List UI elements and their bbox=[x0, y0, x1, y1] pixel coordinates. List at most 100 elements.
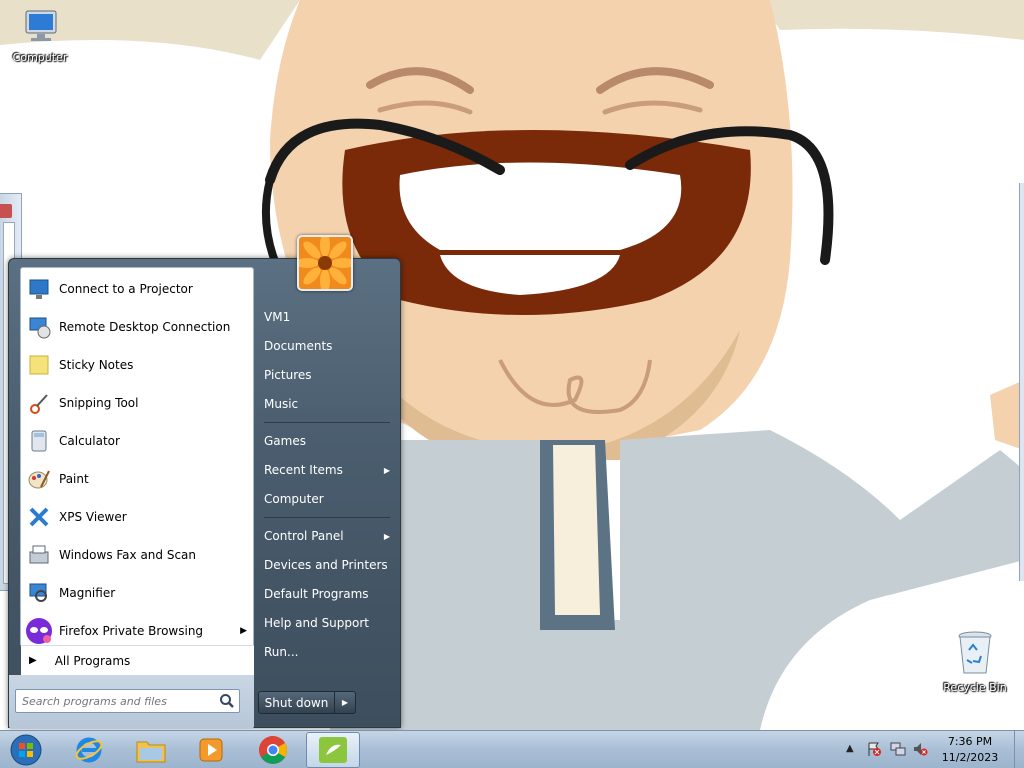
close-icon[interactable] bbox=[0, 204, 12, 218]
projector-icon bbox=[25, 275, 53, 303]
link-label: Games bbox=[264, 434, 306, 448]
program-label: Paint bbox=[59, 472, 89, 486]
shutdown-label: Shut down bbox=[264, 695, 329, 710]
windows-start-icon bbox=[10, 734, 42, 766]
active-app-icon bbox=[319, 737, 347, 763]
triangle-right-icon: ▶ bbox=[29, 655, 37, 666]
search-box[interactable] bbox=[15, 689, 240, 713]
chrome-icon bbox=[259, 736, 287, 764]
link-computer[interactable]: Computer bbox=[256, 485, 398, 513]
desktop-icon-recycle-bin[interactable]: Recycle Bin bbox=[937, 630, 1013, 694]
search-icon[interactable] bbox=[219, 693, 235, 709]
program-item-firefox-private[interactable]: Firefox Private Browsing ▶ bbox=[21, 613, 253, 649]
link-label: Help and Support bbox=[264, 616, 369, 630]
firefox-private-icon bbox=[25, 617, 53, 645]
search-input[interactable] bbox=[16, 690, 216, 712]
all-programs-label: All Programs bbox=[54, 653, 131, 668]
link-label: Documents bbox=[264, 339, 333, 353]
system-tray: ▲ 7:36 PM 11/2/2023 bbox=[842, 731, 1024, 768]
start-menu: Connect to a Projector Remote Desktop Co… bbox=[8, 235, 401, 729]
link-label: Run... bbox=[264, 645, 299, 659]
program-item-paint[interactable]: Paint bbox=[21, 461, 253, 497]
internet-explorer-icon bbox=[75, 737, 103, 763]
chevron-right-icon: ▶ bbox=[341, 698, 349, 707]
clock-date: 11/2/2023 bbox=[941, 751, 999, 764]
show-hidden-icons-icon[interactable]: ▲ bbox=[846, 743, 862, 759]
program-item-fax-scan[interactable]: Windows Fax and Scan bbox=[21, 537, 253, 573]
program-label: Sticky Notes bbox=[59, 358, 134, 372]
chevron-right-icon: ▶ bbox=[383, 531, 390, 541]
link-label: VM1 bbox=[264, 310, 291, 324]
fax-scan-icon bbox=[25, 541, 53, 569]
link-documents[interactable]: Documents bbox=[256, 332, 398, 360]
program-item-sticky-notes[interactable]: Sticky Notes bbox=[21, 347, 253, 383]
media-player-icon bbox=[199, 738, 223, 762]
taskbar-internet-explorer[interactable] bbox=[62, 732, 116, 768]
user-picture[interactable] bbox=[297, 235, 353, 291]
program-label: Magnifier bbox=[59, 586, 116, 600]
link-games[interactable]: Games bbox=[256, 427, 398, 455]
program-item-snipping-tool[interactable]: Snipping Tool bbox=[21, 385, 253, 421]
recycle-bin-icon bbox=[958, 631, 992, 674]
program-item-projector[interactable]: Connect to a Projector bbox=[21, 271, 253, 307]
flower-user-icon bbox=[299, 237, 351, 289]
link-label: Devices and Printers bbox=[264, 558, 388, 572]
remote-desktop-icon bbox=[25, 313, 53, 341]
link-help-support[interactable]: Help and Support bbox=[256, 609, 398, 637]
partial-window-edge[interactable] bbox=[1019, 183, 1024, 581]
program-item-remote-desktop[interactable]: Remote Desktop Connection bbox=[21, 309, 253, 345]
taskbar: ▲ 7:36 PM 11/2/2023 bbox=[0, 730, 1024, 768]
taskbar-active-app[interactable] bbox=[306, 732, 360, 768]
snipping-tool-icon bbox=[25, 389, 53, 417]
link-run[interactable]: Run... bbox=[256, 638, 398, 666]
program-item-calculator[interactable]: Calculator bbox=[21, 423, 253, 459]
program-label: Windows Fax and Scan bbox=[59, 548, 197, 562]
computer-icon bbox=[25, 10, 57, 41]
action-center-flag-icon[interactable] bbox=[866, 741, 882, 757]
network-icon[interactable] bbox=[890, 741, 906, 757]
program-item-magnifier[interactable]: Magnifier bbox=[21, 575, 253, 611]
taskbar-media-player[interactable] bbox=[184, 732, 238, 768]
program-label: Calculator bbox=[59, 434, 120, 448]
program-label: Firefox Private Browsing bbox=[59, 624, 204, 638]
link-music[interactable]: Music bbox=[256, 390, 398, 418]
shutdown-button[interactable]: Shut down bbox=[259, 692, 335, 713]
desktop-icon-label: Computer bbox=[12, 51, 68, 64]
search-area bbox=[9, 675, 254, 729]
link-pictures[interactable]: Pictures bbox=[256, 361, 398, 389]
link-default-programs[interactable]: Default Programs bbox=[256, 580, 398, 608]
chevron-right-icon[interactable]: ▶ bbox=[240, 626, 247, 636]
link-label: Computer bbox=[264, 492, 324, 506]
start-button[interactable] bbox=[6, 732, 46, 768]
program-label: XPS Viewer bbox=[59, 510, 127, 524]
file-explorer-icon bbox=[136, 741, 166, 763]
desktop-icon-label: Recycle Bin bbox=[943, 681, 1007, 694]
start-menu-program-list: Connect to a Projector Remote Desktop Co… bbox=[20, 267, 254, 647]
taskbar-chrome[interactable] bbox=[246, 732, 300, 768]
program-label: Remote Desktop Connection bbox=[59, 320, 231, 334]
taskbar-file-explorer[interactable] bbox=[124, 732, 178, 768]
link-devices-printers[interactable]: Devices and Printers bbox=[256, 551, 398, 579]
sticky-notes-icon bbox=[25, 351, 53, 379]
paint-icon bbox=[25, 465, 53, 493]
link-control-panel[interactable]: Control Panel ▶ bbox=[256, 522, 398, 550]
link-label: Control Panel bbox=[264, 529, 344, 543]
calculator-icon bbox=[25, 427, 53, 455]
menu-separator bbox=[264, 517, 390, 518]
link-label: Music bbox=[264, 397, 299, 411]
program-item-xps-viewer[interactable]: XPS Viewer bbox=[21, 499, 253, 535]
shutdown-options-button[interactable]: ▶ bbox=[335, 692, 355, 713]
program-label: Snipping Tool bbox=[59, 396, 139, 410]
xps-viewer-icon bbox=[25, 503, 53, 531]
magnifier-icon bbox=[25, 579, 53, 607]
show-desktop-button[interactable] bbox=[1014, 731, 1024, 768]
shutdown-button-group: Shut down ▶ bbox=[258, 691, 356, 714]
chevron-right-icon: ▶ bbox=[383, 465, 390, 475]
all-programs-button[interactable]: ▶ All Programs bbox=[21, 645, 254, 675]
link-label: Pictures bbox=[264, 368, 312, 382]
program-label: Connect to a Projector bbox=[59, 282, 193, 296]
link-user-folder[interactable]: VM1 bbox=[256, 303, 398, 331]
taskbar-clock[interactable]: 7:36 PM 11/2/2023 bbox=[926, 734, 1014, 766]
desktop-icon-computer[interactable]: Computer bbox=[2, 8, 78, 64]
link-recent-items[interactable]: Recent Items ▶ bbox=[256, 456, 398, 484]
